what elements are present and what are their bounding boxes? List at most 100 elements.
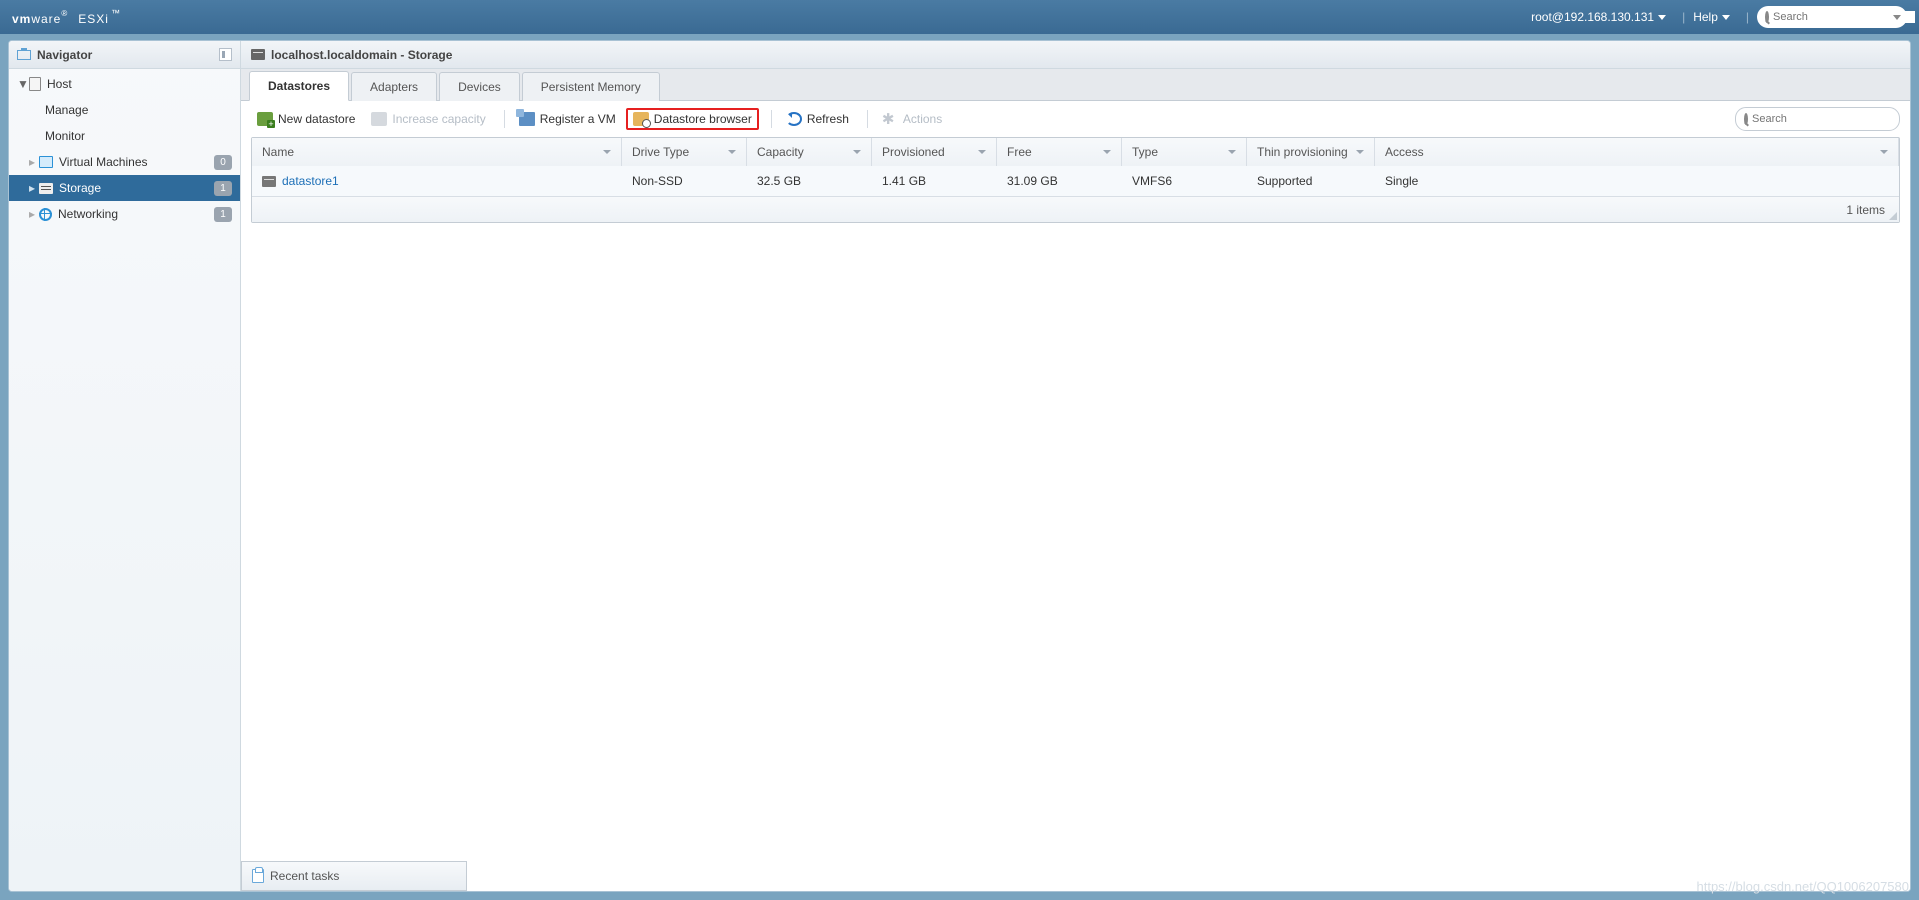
tab-body: New datastore Increase capacity Register… [241,101,1910,891]
grid-search[interactable] [1735,107,1900,131]
tree-toggle-icon[interactable]: ▸ [27,207,37,221]
sort-icon [728,150,736,154]
brand-product: ESXi [78,12,109,26]
access-cell: Single [1375,166,1899,196]
provisioned-cell: 1.41 GB [872,166,997,196]
nav-host-label: Host [47,77,72,91]
sort-icon [603,150,611,154]
tab-datastores[interactable]: Datastores [249,71,349,101]
storage-icon [39,183,53,194]
register-vm-icon [519,112,535,126]
grid-header: Name Drive Type Capacity Provisioned Fre… [252,138,1899,166]
nav-virtual-machines[interactable]: ▸ Virtual Machines 0 [9,149,240,175]
datastore-browser-icon [633,112,649,126]
sort-icon [978,150,986,154]
nav-networking[interactable]: ▸ Networking 1 [9,201,240,227]
increase-capacity-button: Increase capacity [365,109,491,129]
nav-vms-label: Virtual Machines [59,155,148,169]
host-icon [29,77,41,91]
brand-tm: ™ [111,8,121,18]
chevron-down-icon [1658,15,1666,20]
col-provisioned[interactable]: Provisioned [872,138,997,166]
datastore-icon [262,176,276,187]
chevron-down-icon [1893,15,1901,20]
content-header: localhost.localdomain - Storage [241,41,1910,69]
col-type[interactable]: Type [1122,138,1247,166]
item-count: 1 items [1846,203,1885,217]
tree-toggle-icon[interactable]: ▸ [27,155,37,169]
capacity-cell: 32.5 GB [747,166,872,196]
global-search[interactable] [1757,6,1907,28]
brand-logo: vmware® ESXi™ [12,7,121,28]
drive-type-cell: Non-SSD [622,166,747,196]
breadcrumb: localhost.localdomain - Storage [271,48,452,62]
refresh-icon [786,112,802,126]
grid-footer: 1 items [252,196,1899,222]
navigator-header: Navigator [9,41,240,69]
col-drive-type[interactable]: Drive Type [622,138,747,166]
content-area: Datastores Adapters Devices Persistent M… [241,69,1910,891]
col-capacity[interactable]: Capacity [747,138,872,166]
nav-networking-label: Networking [58,207,118,221]
app-frame: Navigator ▼ Host Manage Monitor ▸ Virtua… [8,40,1911,892]
nav-storage[interactable]: ▸ Storage 1 [9,175,240,201]
help-menu[interactable]: Help [1693,10,1730,24]
top-bar: vmware® ESXi™ root@192.168.130.131 | Hel… [0,0,1919,34]
storage-count-badge: 1 [214,181,232,196]
tab-adapters[interactable]: Adapters [351,72,437,101]
datastore-name-cell[interactable]: datastore1 [252,166,622,196]
vm-icon [39,156,53,168]
collapse-icon[interactable] [219,48,232,61]
networking-icon [39,208,52,221]
tab-persistent-memory[interactable]: Persistent Memory [522,72,660,101]
separator [504,110,505,128]
register-vm-button[interactable]: Register a VM [513,109,622,129]
nav-monitor[interactable]: Monitor [9,123,240,149]
datastore-browser-button[interactable]: Datastore browser [626,108,759,130]
search-icon [1765,11,1769,23]
nav-host[interactable]: ▼ Host [9,71,240,97]
type-cell: VMFS6 [1122,166,1247,196]
sort-icon [1103,150,1111,154]
navigator-title: Navigator [37,48,92,62]
sort-icon [1228,150,1236,154]
table-row[interactable]: datastore1 Non-SSD 32.5 GB 1.41 GB 31.09… [252,166,1899,196]
networking-count-badge: 1 [214,207,232,222]
brand-vm: vm [12,12,31,26]
col-name[interactable]: Name [252,138,622,166]
col-free[interactable]: Free [997,138,1122,166]
separator [771,110,772,128]
nav-manage[interactable]: Manage [9,97,240,123]
free-cell: 31.09 GB [997,166,1122,196]
actions-button: Actions [876,109,948,129]
tree-toggle-icon[interactable]: ▸ [27,181,37,195]
nav-storage-label: Storage [59,181,101,195]
clipboard-icon [252,869,264,883]
datastore-grid: Name Drive Type Capacity Provisioned Fre… [251,137,1900,223]
chevron-down-icon [1722,15,1730,20]
separator [867,110,868,128]
brand-ware: ware [31,12,61,26]
vms-count-badge: 0 [214,155,232,170]
user-menu[interactable]: root@192.168.130.131 [1531,10,1666,24]
col-access[interactable]: Access [1375,138,1899,166]
nav-list: ▼ Host Manage Monitor ▸ Virtual Machines… [9,69,240,227]
watermark: https://blog.csdn.net/QQ1006207580 [1697,879,1910,894]
main-panel: localhost.localdomain - Storage Datastor… [241,41,1910,891]
new-datastore-icon [257,112,273,126]
grid-search-input[interactable] [1752,113,1894,125]
tree-toggle-icon[interactable]: ▼ [17,77,27,91]
new-datastore-button[interactable]: New datastore [251,109,361,129]
sort-icon [853,150,861,154]
thin-cell: Supported [1247,166,1375,196]
tab-devices[interactable]: Devices [439,72,520,101]
recent-tasks-panel[interactable]: Recent tasks [241,861,467,891]
refresh-button[interactable]: Refresh [780,109,855,129]
navigator-panel: Navigator ▼ Host Manage Monitor ▸ Virtua… [9,41,241,891]
col-thin-provisioning[interactable]: Thin provisioning [1247,138,1375,166]
search-icon [1744,113,1748,125]
sort-icon [1356,150,1364,154]
recent-tasks-label: Recent tasks [270,869,339,883]
storage-icon [251,49,265,60]
sort-icon [1880,150,1888,154]
